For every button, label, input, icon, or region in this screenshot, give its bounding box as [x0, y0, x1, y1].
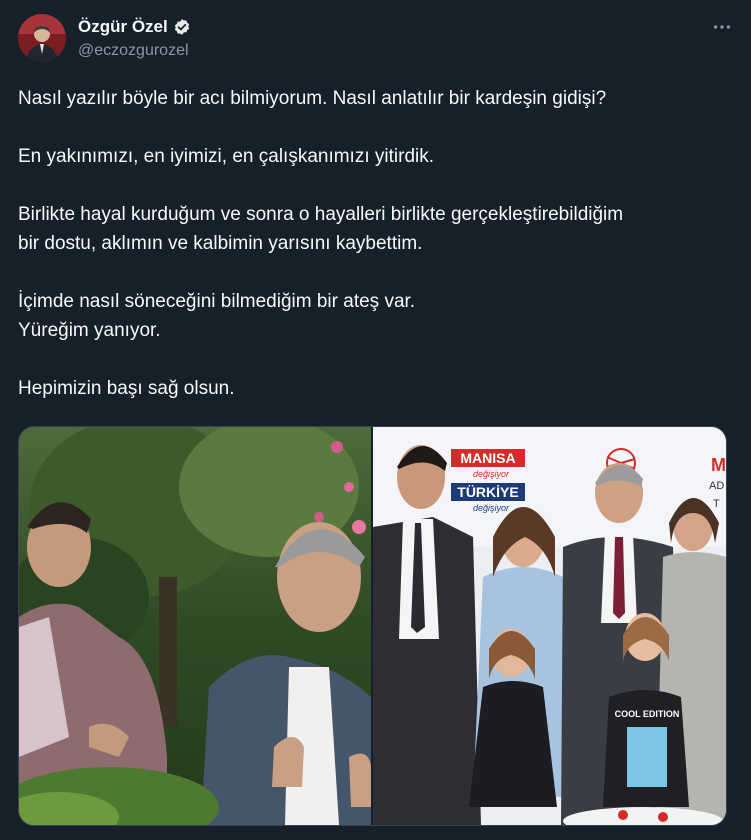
verified-badge-icon — [173, 18, 191, 36]
tweet-header: Özgür Özel @eczozgurozel — [18, 12, 733, 64]
photo-left[interactable] — [19, 427, 371, 825]
tweet-line: Hepimizin başı sağ olsun. — [18, 378, 235, 399]
banner-right-text-2: AD — [709, 480, 724, 492]
author-display-name[interactable]: Özgür Özel — [78, 17, 168, 37]
more-horizontal-icon[interactable] — [711, 16, 733, 38]
avatar[interactable] — [18, 14, 66, 62]
tweet-line: İçimde nasıl söneceğini bilmediğim bir a… — [18, 291, 416, 312]
banner-right-text: M — [711, 455, 726, 475]
tweet-line: Birlikte hayal kurduğum ve sonra o hayal… — [18, 204, 624, 225]
photo-left-image — [19, 427, 371, 825]
tweet-line: Yüreğim yanıyor. — [18, 320, 161, 341]
author-name-row[interactable]: Özgür Özel — [78, 16, 191, 38]
banner-manisa-text: MANISA — [460, 450, 515, 466]
shirt-text: COOL EDITION — [615, 709, 680, 719]
tweet-text: Nasıl yazılır böyle bir acı bilmiyorum. … — [18, 84, 728, 403]
banner-turkiye-sub: değişiyor — [473, 503, 510, 513]
banner-right-text-3: T — [713, 498, 720, 510]
banner-manisa-sub: değişiyor — [473, 469, 510, 479]
tweet-line: bir dostu, aklımın ve kalbimin yarısını … — [18, 233, 423, 254]
photo-right-image: MANISA değişiyor TÜRKİYE değişiyor M AD … — [373, 427, 726, 825]
author-handle[interactable]: @eczozgurozel — [78, 42, 191, 60]
tweet-media: MANISA değişiyor TÜRKİYE değişiyor M AD … — [18, 426, 727, 826]
avatar-image — [18, 14, 66, 62]
tweet-line: En yakınımızı, en iyimizi, en çalışkanım… — [18, 146, 435, 167]
tweet-line: Nasıl yazılır böyle bir acı bilmiyorum. … — [18, 88, 607, 109]
banner-turkiye-text: TÜRKİYE — [457, 484, 518, 500]
photo-right[interactable]: MANISA değişiyor TÜRKİYE değişiyor M AD … — [373, 427, 726, 825]
